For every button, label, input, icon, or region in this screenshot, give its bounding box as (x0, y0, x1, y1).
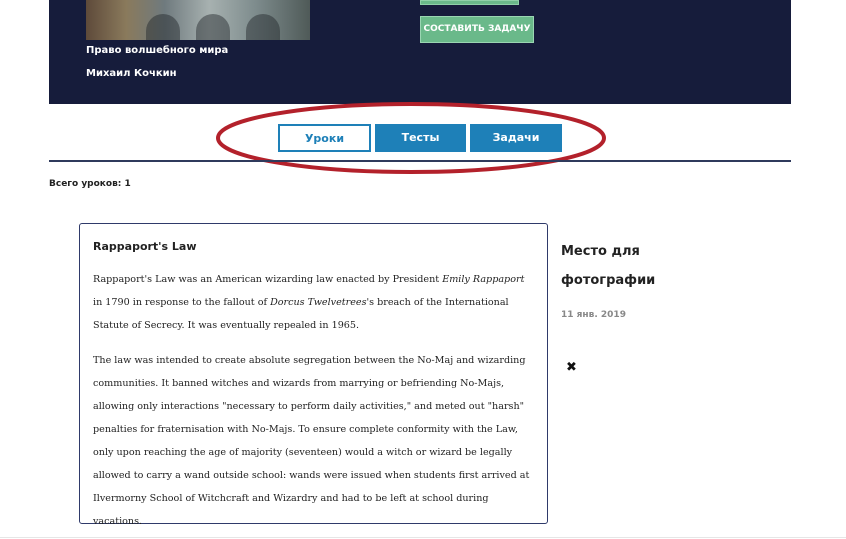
course-title: Право волшебного мира (86, 45, 229, 56)
course-header: Право волшебного мира Михаил Кочкин СОСТ… (49, 0, 791, 104)
lesson-count: Всего уроков: 1 (49, 179, 131, 189)
course-author: Михаил Кочкин (86, 68, 177, 79)
lesson-card[interactable]: Rappaport's Law Rappaport's Law was an A… (79, 223, 548, 527)
lesson-title: Rappaport's Law (93, 240, 197, 253)
course-action-button[interactable] (420, 0, 519, 5)
section-divider (49, 160, 791, 162)
create-task-button[interactable]: СОСТАВИТЬ ЗАДАЧУ (420, 16, 534, 43)
lesson-date: 11 янв. 2019 (561, 310, 626, 320)
tab-lessons[interactable]: Уроки (278, 124, 371, 152)
arch-shape (246, 14, 280, 40)
person-name: Dorcus Twelvetrees (270, 297, 367, 308)
footer-divider (0, 537, 846, 538)
lesson-paragraph: The law was intended to create absolute … (93, 355, 530, 527)
photo-placeholder-title: Место для фотографии (561, 244, 656, 288)
president-name: Emily Rappaport (442, 274, 525, 285)
delete-icon[interactable]: ✖ (566, 361, 577, 375)
tab-tasks[interactable]: Задачи (470, 124, 562, 152)
arch-shape (146, 14, 180, 40)
lesson-paragraph: Rappaport's Law was an American wizardin… (93, 274, 525, 331)
course-cover-image (86, 0, 310, 40)
arch-shape (196, 14, 230, 40)
tab-tests[interactable]: Тесты (375, 124, 466, 152)
